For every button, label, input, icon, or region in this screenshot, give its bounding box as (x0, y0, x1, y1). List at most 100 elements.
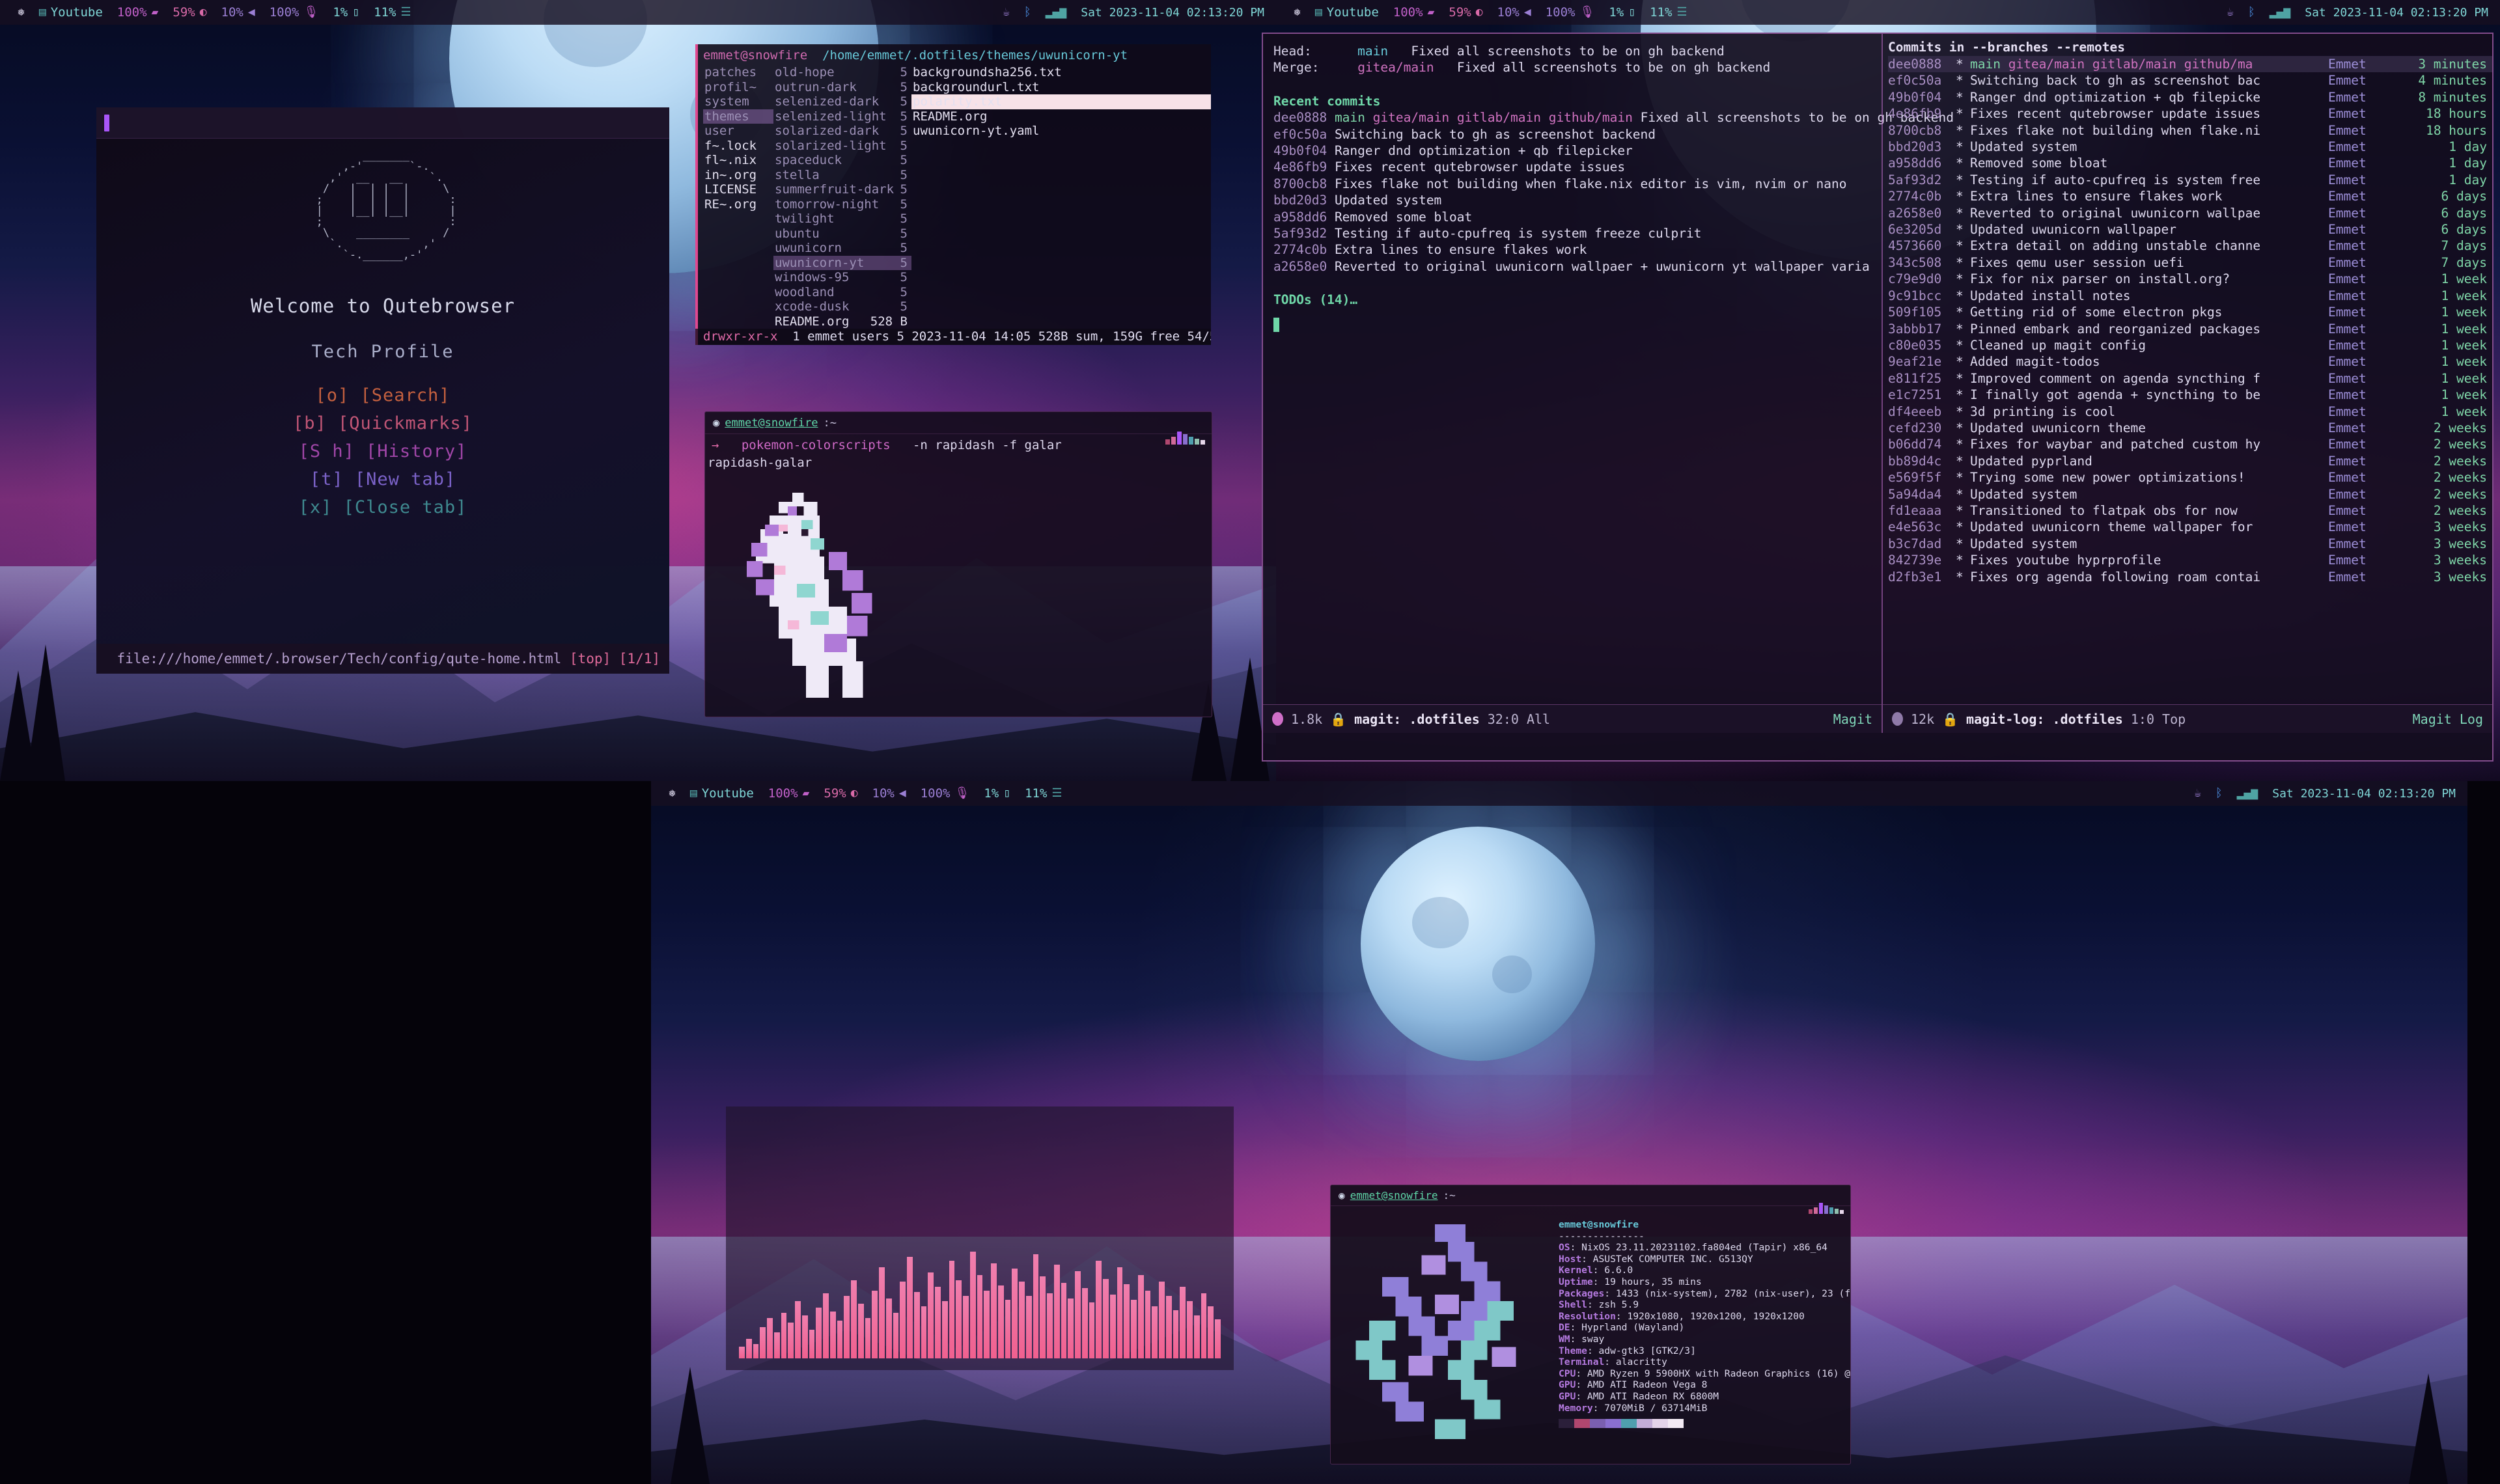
ranger-entry[interactable]: polarity.txt (911, 94, 1211, 109)
qute-shortcut-1[interactable]: [b] [Quickmarks] (293, 413, 473, 433)
battery-module-right[interactable]: 100% ▰ (1386, 5, 1442, 20)
pokemon-terminal-window[interactable]: ◉ emmet@snowfire :~ → pokemon-colorscrip… (704, 411, 1212, 717)
coffee-off-icon[interactable]: ☕ (2227, 7, 2234, 18)
cpu-module-right[interactable]: 1% ▯ (1602, 5, 1643, 20)
magit-section-todos[interactable]: TODOs (14)… (1273, 292, 1882, 308)
cava-visualizer-window[interactable] (726, 1106, 1234, 1370)
ranger-entry[interactable]: ubuntu 5 (773, 227, 911, 241)
magit-section-recent-commits[interactable]: Recent commits (1273, 93, 1882, 109)
ranger-entry[interactable]: old-hope 5 (773, 65, 911, 80)
magit-commit-row[interactable]: a2658e0 Reverted to original uwunicorn w… (1273, 258, 1882, 275)
volume-module[interactable]: 10% ◀ (214, 5, 262, 20)
magit-commit-row[interactable]: a958dd6 Removed some bloat (1273, 209, 1882, 225)
ranger-entry[interactable]: f~.lock (703, 139, 773, 154)
ranger-entry[interactable]: in~.org (703, 168, 773, 183)
ranger-entry[interactable]: uwunicorn-yt.yaml (911, 124, 1211, 139)
memory-module-bottom[interactable]: 11% ☰ (1018, 786, 1069, 801)
magit-log-row[interactable]: 842739e * Fixes youtube hyprprofile Emmet 3 … (1888, 552, 2492, 568)
ranger-entry[interactable]: spaceduck 5 (773, 153, 911, 168)
magit-log-row[interactable]: 9c91bcc * Updated install notes Emmet 1 week (1888, 288, 2492, 304)
memory-module[interactable]: 11% ☰ (367, 5, 418, 20)
bluetooth-icon[interactable]: ᛒ (1024, 7, 1031, 18)
cpu-module-bottom[interactable]: 1% ▯ (977, 786, 1018, 801)
qute-shortcut-0[interactable]: [o] [Search] (315, 385, 450, 405)
magit-log-row[interactable]: 4e86fb9 * Fixes recent qutebrowser update … (1888, 105, 2492, 122)
ranger-entry[interactable]: user (703, 124, 773, 139)
qute-shortcut-3[interactable]: [t] [New tab] (310, 469, 456, 489)
ranger-entry[interactable]: stella 5 (773, 168, 911, 183)
magit-log-row[interactable]: b06dd74 * Fixes for waybar and patched cus… (1888, 436, 2492, 452)
qute-shortcut-4[interactable]: [x] [Close tab] (299, 497, 467, 517)
magit-status-pane[interactable]: Head: main Fixed all screenshots to be o… (1263, 34, 1954, 733)
ranger-entry[interactable]: system (703, 94, 773, 109)
ranger-column-parent[interactable]: patches profil~ system themes user f~.lock fl~… (703, 65, 773, 329)
magit-commit-row[interactable]: 2774c0b Extra lines to ensure flakes wor… (1273, 241, 1882, 258)
bluetooth-icon[interactable]: ᛒ (2215, 788, 2223, 799)
magit-log-row[interactable]: 5af93d2 * Testing if auto-cpufreq is syste… (1888, 172, 2492, 188)
ranger-entry[interactable]: selenized-dark 5 (773, 94, 911, 109)
qute-shortcut-2[interactable]: [S h] [History] (299, 441, 467, 461)
ranger-column-preview[interactable]: backgroundsha256.txt backgroundurl.txt pol… (911, 65, 1211, 329)
magit-log-row[interactable]: e569f5f * Trying some new power optimizati… (1888, 469, 2492, 486)
ranger-entry[interactable]: RE~.org (703, 197, 773, 212)
brightness-module[interactable]: 59% ◐ (165, 5, 214, 20)
qutebrowser-tabbar[interactable] (96, 107, 669, 139)
magit-log-row[interactable]: ef0c50a * Switching back to gh as screensh… (1888, 72, 2492, 89)
brightness-module-right[interactable]: 59% ◐ (1441, 5, 1490, 20)
magit-log-row[interactable]: dee0888 * main gitea/main gitlab/main gith… (1888, 56, 2492, 73)
magit-log-row[interactable]: bb89d4c * Updated pyprland Emmet 2 weeks (1888, 453, 2492, 469)
magit-commit-row[interactable]: bbd20d3 Updated system (1273, 192, 1882, 208)
ranger-entry[interactable]: tomorrow-night 5 (773, 197, 911, 212)
workspace-indicator-bottom[interactable]: ▤ Youtube (683, 786, 761, 801)
ranger-entry[interactable]: README.org 528 B (773, 314, 911, 329)
magit-log-row[interactable]: 343c508 * Fixes qemu user session uefi Emme… (1888, 254, 2492, 271)
ranger-entry[interactable]: twilight 5 (773, 212, 911, 227)
magit-commit-row[interactable]: 5af93d2 Testing if auto-cpufreq is syste… (1273, 225, 1882, 241)
magit-log-row[interactable]: a958dd6 * Removed some bloat Emmet 1 day (1888, 155, 2492, 171)
ranger-entry[interactable]: xcode-dusk 5 (773, 299, 911, 314)
magit-log-row[interactable]: 509f105 * Getting rid of some electron pkg… (1888, 304, 2492, 320)
magit-log-row[interactable]: e811f25 * Improved comment on agenda synct… (1888, 370, 2492, 387)
magit-commit-row[interactable]: 4e86fb9 Fixes recent qutebrowser update … (1273, 159, 1882, 175)
ranger-entry[interactable]: profil~ (703, 80, 773, 95)
magit-commit-row[interactable]: 8700cb8 Fixes flake not building when fl… (1273, 176, 1882, 192)
qutebrowser-window[interactable]: _______ ,-' `-. ,' __ __ `. / | | | | \ … (96, 107, 669, 674)
ranger-entry[interactable]: woodland 5 (773, 285, 911, 300)
magit-log-row[interactable]: b3c7dad * Updated system Emmet 3 weeks (1888, 536, 2492, 552)
ranger-entry[interactable]: outrun-dark 5 (773, 80, 911, 95)
magit-log-row[interactable]: d2fb3e1 * Fixes org agenda following roam … (1888, 569, 2492, 585)
workspace-indicator-right[interactable]: ▤ Youtube (1308, 5, 1386, 20)
magit-log-row[interactable]: c80e035 * Cleaned up magit config Emmet 1 we… (1888, 337, 2492, 353)
emacs-magit-window[interactable]: Head: main Fixed all screenshots to be o… (1262, 33, 2493, 762)
magit-log-row[interactable]: e1c7251 * I finally got agenda + syncthing… (1888, 387, 2492, 403)
ranger-entry[interactable]: LICENSE (703, 182, 773, 197)
ranger-entry[interactable]: uwunicorn-yt 5 (773, 255, 911, 270)
magit-log-row[interactable]: 9eaf21e * Added magit-todos Emmet 1 week (1888, 353, 2492, 370)
workspace-indicator[interactable]: ▤ Youtube (32, 5, 110, 20)
magit-log-row[interactable]: 4573660 * Extra detail on adding unstable … (1888, 238, 2492, 254)
magit-log-row[interactable]: df4eeeb * 3d printing is cool Emmet 1 week (1888, 404, 2492, 420)
magit-log-pane[interactable]: Commits in --branches --remotes dee0888 *… (1882, 34, 2492, 733)
magit-log-row[interactable]: 6e3205d * Updated uwunicorn wallpaper Emmet… (1888, 221, 2492, 238)
cpu-module[interactable]: 1% ▯ (326, 5, 367, 20)
magit-log-row[interactable]: cefd230 * Updated uwunicorn theme Emmet 2 we… (1888, 420, 2492, 436)
magit-log-row[interactable]: e4e563c * Updated uwunicorn theme wallpape… (1888, 519, 2492, 535)
magit-log-row[interactable]: 49b0f04 * Ranger dnd optimization + qb fil… (1888, 89, 2492, 105)
network-signal-icon[interactable]: ▂▄▆ (2270, 7, 2291, 18)
nix-logo-button-right[interactable]: ❅ (1286, 7, 1308, 18)
neofetch-terminal-window[interactable]: ◉ emmet@snowfire :~ emmet@snowfire -----… (1330, 1185, 1851, 1464)
nix-logo-button-bottom[interactable]: ❅ (661, 788, 683, 799)
magit-log-row[interactable]: 2774c0b * Extra lines to ensure flakes wor… (1888, 188, 2492, 204)
magit-commit-row[interactable]: dee0888 main gitea/main gitlab/main gith… (1273, 109, 1954, 126)
ranger-entry[interactable]: backgroundurl.txt (911, 80, 1211, 95)
ranger-entry[interactable]: solarized-dark 5 (773, 124, 911, 139)
magit-log-row[interactable]: bbd20d3 * Updated system Emmet 1 day (1888, 139, 2492, 155)
magit-commit-row[interactable]: ef0c50a Switching back to gh as screensh… (1273, 126, 1882, 143)
ranger-entry[interactable]: uwunicorn 5 (773, 241, 911, 256)
ranger-entry[interactable]: fl~.nix (703, 153, 773, 168)
coffee-off-icon[interactable]: ☕ (2194, 788, 2201, 799)
magit-log-row[interactable]: a2658e0 * Reverted to original uwunicorn w… (1888, 205, 2492, 221)
ranger-window[interactable]: emmet@snowfire /home/emmet/.dotfiles/the… (695, 44, 1211, 345)
network-signal-icon[interactable]: ▂▄▆ (2237, 788, 2258, 799)
volume-module-bottom[interactable]: 10% ◀ (865, 786, 913, 801)
